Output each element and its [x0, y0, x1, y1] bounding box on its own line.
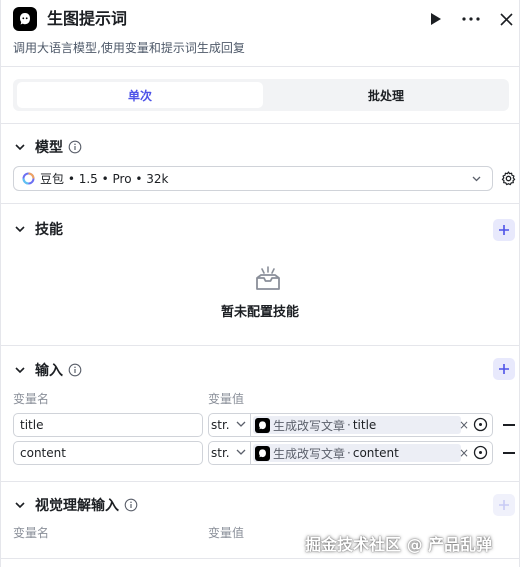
model-select[interactable]: 豆包 • 1.5 • Pro • 32k [13, 166, 493, 191]
skills-section-header[interactable]: 技能 [13, 219, 63, 239]
clear-reference-icon[interactable]: × [459, 417, 469, 433]
divider [1, 558, 519, 559]
header-divider [1, 66, 519, 67]
chevron-down-icon [13, 498, 27, 512]
inputs-section-header[interactable]: 输入 [13, 360, 82, 380]
column-header-name: 变量名 [13, 526, 50, 540]
model-section-title: 模型 [35, 140, 63, 156]
variable-reference-tag[interactable]: 生成改写文章 · content [253, 444, 461, 462]
variable-reference-tag[interactable]: 生成改写文章 · title [253, 416, 461, 434]
watermark-text: 掘金技术社区 @ 产品乱弹 [305, 535, 493, 554]
vision-section-title: 视觉理解输入 [35, 498, 119, 514]
tab-single[interactable]: 单次 [17, 82, 263, 108]
chevron-down-icon [236, 449, 246, 455]
divider [1, 345, 519, 346]
divider [1, 203, 519, 204]
remove-row-icon[interactable] [503, 452, 515, 454]
divider [1, 123, 519, 124]
remove-row-icon[interactable] [503, 424, 515, 426]
info-icon[interactable] [68, 140, 82, 154]
gear-icon[interactable] [501, 171, 516, 186]
info-icon[interactable] [68, 363, 82, 377]
reference-variable: title [352, 418, 377, 432]
column-header-name: 变量名 [13, 392, 50, 406]
divider [1, 481, 519, 482]
node-title: 生图提示词 [47, 9, 128, 28]
reference-separator: · [347, 418, 351, 432]
type-select-value: str. [211, 446, 230, 460]
doubao-logo-icon [22, 172, 35, 185]
column-header-value: 变量值 [208, 526, 245, 540]
variable-name-input[interactable]: title [13, 413, 203, 437]
node-logo-icon [255, 445, 270, 461]
chevron-down-icon [13, 363, 27, 377]
add-input-button[interactable] [493, 358, 515, 380]
variable-name-input[interactable]: content [13, 441, 203, 465]
play-icon[interactable] [425, 8, 447, 30]
model-selected-value: 豆包 • 1.5 • Pro • 32k [40, 172, 169, 186]
add-skill-button[interactable] [493, 219, 515, 241]
panel-header: 生图提示词 调用大语言模型,使用变量和提示词生成回复 [1, 0, 519, 66]
reference-separator: · [347, 446, 351, 460]
type-select-value: str. [211, 418, 230, 432]
variable-picker-icon[interactable] [473, 445, 488, 460]
chevron-down-icon [13, 222, 27, 236]
column-header-value: 变量值 [208, 392, 245, 406]
vision-section-header[interactable]: 视觉理解输入 [13, 495, 138, 515]
variable-value-field: str. 生成改写文章 · content × [208, 441, 493, 465]
variable-picker-icon[interactable] [473, 417, 488, 432]
run-mode-tabs: 单次 批处理 [13, 79, 509, 111]
chevron-down-icon [236, 421, 246, 427]
node-logo-icon [13, 7, 37, 31]
skills-section-title: 技能 [35, 222, 63, 238]
reference-source-node: 生成改写文章 [273, 418, 346, 433]
node-description: 调用大语言模型,使用变量和提示词生成回复 [13, 41, 245, 55]
more-icon[interactable] [460, 8, 482, 30]
skills-empty-text: 暂未配置技能 [220, 305, 299, 320]
inputs-section-title: 输入 [35, 363, 63, 379]
divider [250, 442, 251, 464]
reference-variable: content [352, 446, 399, 460]
tab-batch[interactable]: 批处理 [263, 82, 509, 108]
chevron-down-icon [472, 176, 481, 182]
add-vision-input-button[interactable] [493, 494, 515, 516]
info-icon[interactable] [124, 498, 138, 512]
variable-value-field: str. 生成改写文章 · title × [208, 413, 493, 437]
divider [250, 414, 251, 436]
chevron-down-icon [13, 140, 27, 154]
model-section-header[interactable]: 模型 [13, 137, 82, 157]
empty-box-icon [256, 266, 280, 290]
clear-reference-icon[interactable]: × [459, 445, 469, 461]
node-logo-icon [255, 417, 270, 433]
reference-source-node: 生成改写文章 [273, 446, 346, 461]
close-icon[interactable] [495, 8, 517, 30]
node-config-panel: 生图提示词 调用大语言模型,使用变量和提示词生成回复 单次 批处理 模型 豆包 … [0, 0, 520, 567]
